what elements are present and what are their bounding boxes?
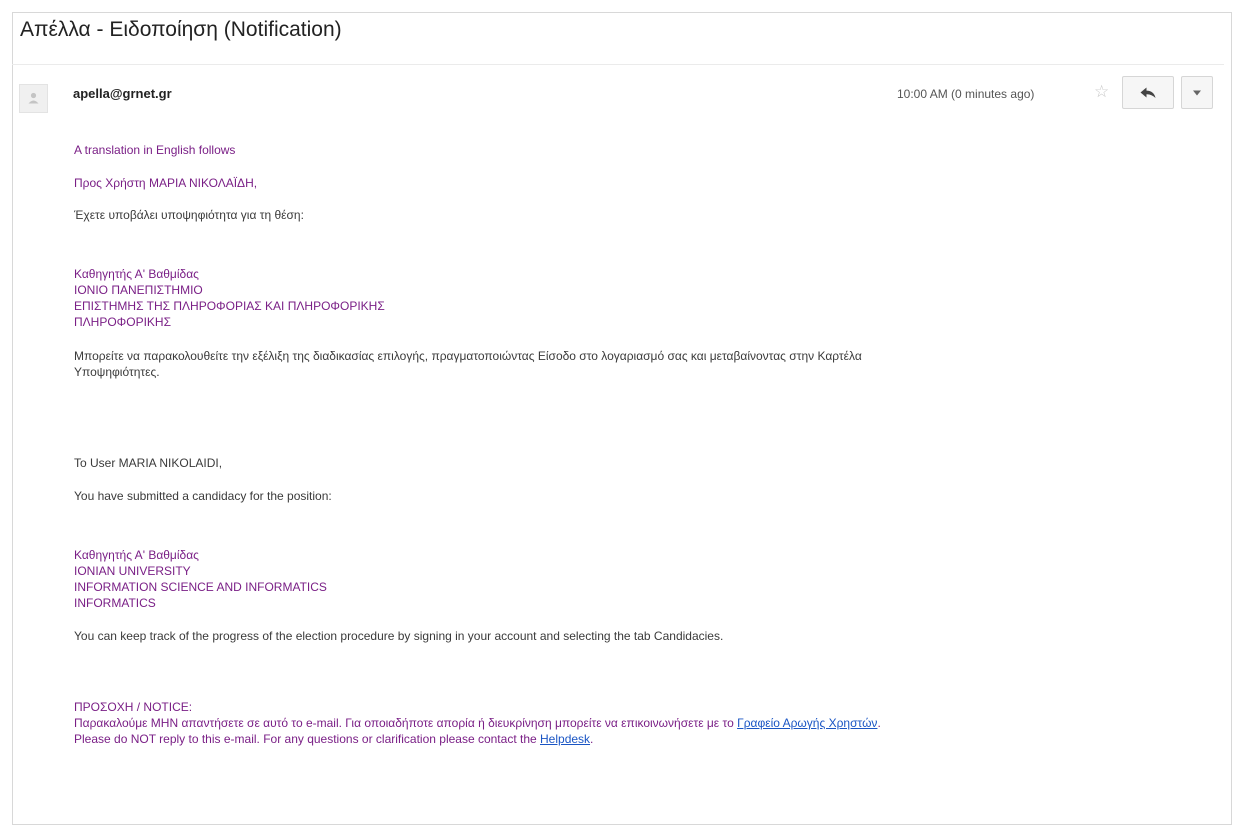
notice-greek-text: Παρακαλούμε ΜΗΝ απαντήσετε σε αυτό το e-… — [74, 716, 738, 730]
greek-track-text-cont: Υποψηφιότητες. — [74, 365, 160, 379]
email-timestamp: 10:00 AM (0 minutes ago) — [897, 87, 1035, 101]
greek-position-school: ΕΠΙΣΤΗΜΗΣ ΤΗΣ ΠΛΗΡΟΦΟΡΙΑΣ ΚΑΙ ΠΛΗΡΟΦΟΡΙΚ… — [74, 299, 385, 313]
email-frame — [12, 12, 1232, 825]
helpdesk-link[interactable]: Helpdesk — [540, 732, 590, 746]
greek-position-department: ΠΛΗΡΟΦΟΡΙΚΗΣ — [74, 315, 172, 329]
translation-note: A translation in English follows — [74, 143, 236, 157]
greek-submitted-text: Έχετε υποβάλει υποψηφιότητα για τη θέση: — [74, 208, 304, 222]
notice-title: ΠΡΟΣΟΧΗ / NOTICE: — [74, 700, 193, 714]
notice-greek: Παρακαλούμε ΜΗΝ απαντήσετε σε αυτό το e-… — [74, 715, 881, 731]
english-position-department: INFORMATICS — [74, 596, 156, 610]
header-divider — [12, 64, 1224, 65]
notice-greek-end: . — [877, 716, 881, 730]
person-icon — [19, 84, 48, 113]
english-submitted-text: You have submitted a candidacy for the p… — [74, 489, 332, 503]
greek-position-university: ΙΟΝΙΟ ΠΑΝΕΠΙΣΤΗΜΙΟ — [74, 283, 203, 297]
english-track-text: You can keep track of the progress of th… — [74, 629, 724, 643]
greek-greeting: Προς Χρήστη ΜΑΡΙΑ ΝΙΚΟΛΑΪΔΗ, — [74, 176, 258, 190]
more-options-button[interactable] — [1181, 76, 1213, 109]
sender-address[interactable]: apella@grnet.gr — [73, 86, 172, 101]
greek-position-rank: Καθηγητής Α' Βαθμίδας — [74, 267, 199, 281]
english-greeting: To User MARIA NIKOLAIDI, — [74, 456, 223, 470]
notice-english: Please do NOT reply to this e-mail. For … — [74, 731, 593, 747]
english-position-rank: Καθηγητής Α' Βαθμίδας — [74, 548, 199, 562]
notice-english-end: . — [590, 732, 594, 746]
greek-track-text: Μπορείτε να παρακολουθείτε την εξέλιξη τ… — [74, 349, 862, 363]
notice-english-text: Please do NOT reply to this e-mail. For … — [74, 732, 541, 746]
star-icon[interactable]: ☆ — [1094, 82, 1109, 102]
helpdesk-link-greek[interactable]: Γραφείο Αρωγής Χρηστών — [737, 716, 877, 730]
english-position-university: IONIAN UNIVERSITY — [74, 564, 191, 578]
email-subject: Απέλλα - Ειδοποίηση (Notification) — [20, 18, 342, 41]
english-position-school: INFORMATION SCIENCE AND INFORMATICS — [74, 580, 327, 594]
reply-button[interactable] — [1122, 76, 1174, 109]
